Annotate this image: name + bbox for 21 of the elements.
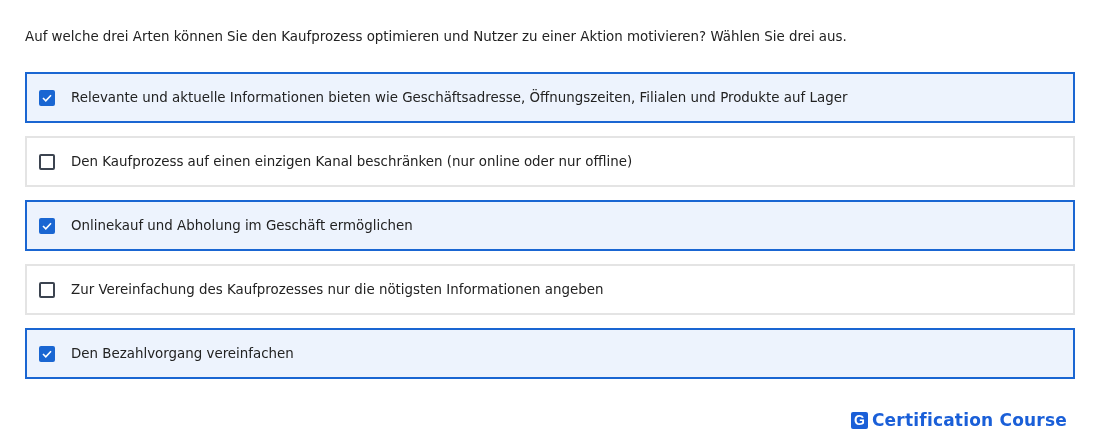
option-label: Onlinekauf und Abholung im Geschäft ermöglichen [71, 218, 413, 233]
check-icon [42, 221, 52, 230]
answer-option[interactable]: Zur Vereinfachung des Kaufprozesses nur die nötigsten Informationen angeben [25, 264, 1075, 315]
logo-text: Certification Course [871, 410, 1067, 430]
answer-option[interactable]: Onlinekauf und Abholung im Geschäft ermöglichen [25, 200, 1075, 251]
question-text: Auf welche drei Arten können Sie den Kaufprozess optimieren und Nutzer zu einer Aktion motivieren? Wählen Sie drei aus. [25, 28, 848, 46]
option-label: Zur Vereinfachung des Kaufprozesses nur die nötigsten Informationen angeben [71, 282, 604, 297]
checkbox[interactable] [39, 217, 55, 234]
checkbox[interactable] [39, 153, 55, 170]
option-label: Den Kaufprozess auf einen einzigen Kanal beschränken (nur online oder nur offline) [71, 154, 633, 169]
answer-option[interactable]: Relevante und aktuelle Informationen bieten wie Geschäftsadresse, Öffnungszeiten, Filialen und Produkte auf Lager [25, 72, 1075, 123]
checkbox[interactable] [39, 281, 55, 298]
option-label: Relevante und aktuelle Informationen bieten wie Geschäftsadresse, Öffnungszeiten, Filialen und Produkte auf Lager [71, 90, 848, 105]
check-icon [42, 93, 52, 102]
checkbox[interactable] [39, 89, 55, 106]
check-icon [42, 349, 52, 358]
checkbox[interactable] [39, 345, 55, 362]
answer-option[interactable]: Den Kaufprozess auf einen einzigen Kanal beschränken (nur online oder nur offline) [25, 136, 1075, 187]
option-label: Den Bezahlvorgang vereinfachen [71, 346, 294, 361]
logo-mark: G [850, 411, 868, 429]
answer-option[interactable]: Den Bezahlvorgang vereinfachen [25, 328, 1075, 379]
